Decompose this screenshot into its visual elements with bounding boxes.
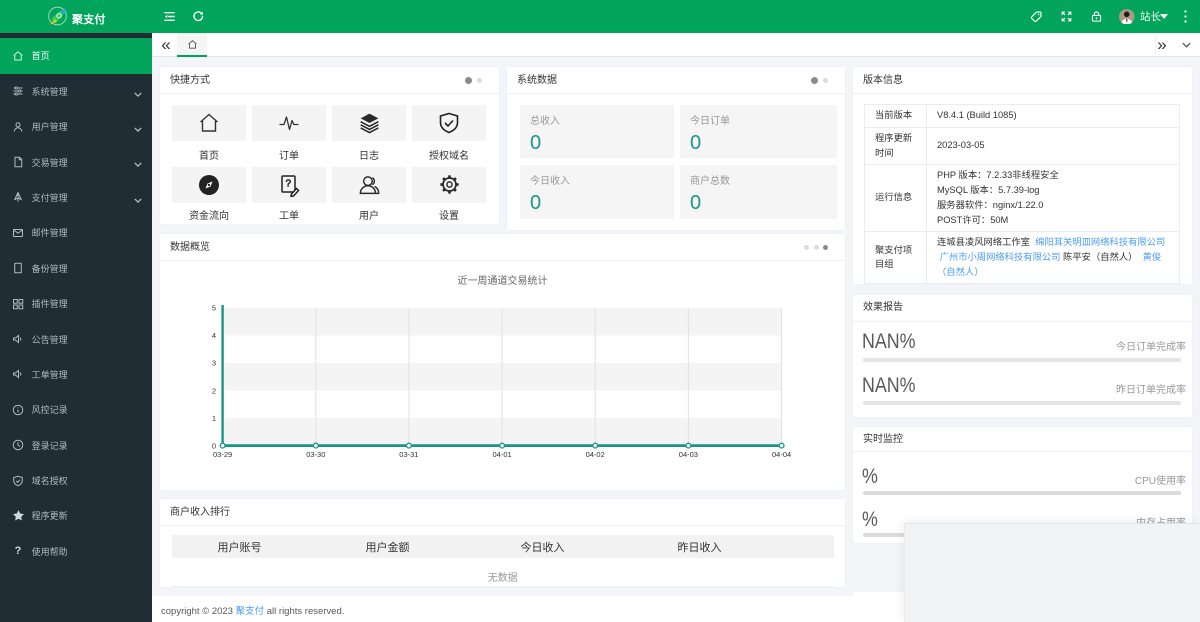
svg-text:0: 0: [212, 441, 216, 450]
svg-text:4: 4: [212, 331, 216, 340]
svg-text:3: 3: [212, 359, 216, 368]
svg-text:03-31: 03-31: [399, 450, 418, 459]
svg-text:04-01: 04-01: [493, 450, 512, 459]
svg-text:2: 2: [212, 386, 216, 395]
svg-text:5: 5: [212, 304, 216, 313]
svg-text:?: ?: [286, 178, 292, 189]
svg-text:03-29: 03-29: [213, 450, 232, 459]
svg-text:1: 1: [212, 414, 216, 423]
svg-text:04-04: 04-04: [772, 450, 791, 459]
svg-text:04-02: 04-02: [586, 450, 605, 459]
svg-text:04-03: 04-03: [679, 450, 698, 459]
svg-text:03-30: 03-30: [306, 450, 325, 459]
